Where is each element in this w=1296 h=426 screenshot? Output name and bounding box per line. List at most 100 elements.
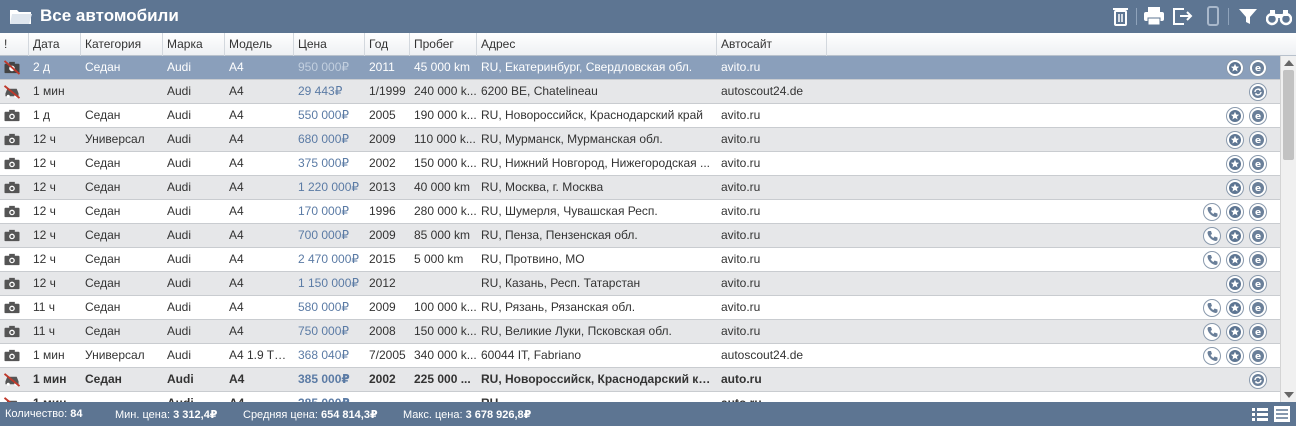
favorite-star-icon-button[interactable] [1226,227,1244,245]
favorite-star-icon-button[interactable] [1226,275,1244,293]
column-header-year[interactable]: Год [365,33,410,56]
open-browser-icon-button[interactable]: e [1249,155,1267,173]
scroll-up-icon[interactable] [1284,60,1294,66]
table-row[interactable]: 11 ч Седан Audi A4 580 000₽ 2009 100 000 k... R… [0,296,1280,320]
cell-date: 12 ч [33,276,56,290]
favorite-star-icon-button[interactable] [1226,107,1244,125]
phone-icon-button[interactable] [1203,323,1221,341]
vertical-scrollbar[interactable] [1280,56,1296,402]
table-row[interactable]: 2 д Седан Audi A4 950 000₽ 2011 45 000 km RU, Е… [0,56,1280,80]
favorite-star-icon-button[interactable] [1226,131,1244,149]
column-header-price[interactable]: Цена [294,33,365,56]
scroll-down-icon[interactable] [1284,392,1294,398]
table-row[interactable]: 1 мин Универсал Audi A4 1.9 TDI... 368 040₽ 7… [0,344,1280,368]
open-browser-icon: e [1252,350,1264,362]
table-row[interactable]: 1 мин Седан Audi A4 385 000₽ 2002 225 000 ... R… [0,368,1280,392]
table-row[interactable]: 1 мин AudiA4385 000₽ RUauto.ru [0,392,1280,402]
cell-address: RU, Рязань, Рязанская обл. [481,300,636,314]
open-browser-icon-button[interactable]: e [1249,179,1267,197]
cell-brand: Audi [167,132,192,146]
refresh-icon [1252,86,1264,98]
column-header-address[interactable]: Адрес [477,33,717,56]
cell-price: 700 000₽ [298,228,350,242]
refresh-icon-button[interactable] [1249,371,1267,389]
camera-icon [4,109,20,122]
open-browser-icon-button[interactable]: e [1249,227,1267,245]
cell-address: RU [477,392,717,402]
cell-category: Седан [85,372,122,386]
export-icon[interactable] [1172,6,1194,26]
mobile-icon[interactable] [1202,6,1224,26]
cell-year: 2013 [369,180,396,194]
open-browser-icon: e [1252,134,1264,146]
cell-model: A4 [229,300,244,314]
camera-icon [4,157,20,170]
table-row[interactable]: 1 д Седан Audi A4 550 000₽ 2005 190 000 k... RU… [0,104,1280,128]
table-row[interactable]: 11 ч Седан Audi A4 750 000₽ 2008 150 000 k... R… [0,320,1280,344]
cell-category: Седан [85,300,121,314]
favorite-star-icon-button[interactable] [1226,203,1244,221]
table-row[interactable]: 12 ч Седан Audi A4 1 150 000₽ 2012 RU, Казань,… [0,272,1280,296]
refresh-icon-button[interactable] [1249,83,1267,101]
table-row[interactable]: 12 ч Седан Audi A4 2 470 000₽ 2015 5 000 km RU,… [0,248,1280,272]
cell-year: 1/1999 [369,84,406,98]
open-browser-icon-button[interactable]: e [1249,107,1267,125]
folder-icon [10,10,32,24]
binoculars-icon[interactable] [1266,6,1292,26]
favorite-star-icon-button[interactable] [1226,179,1244,197]
no-car-icon [3,85,21,99]
column-header-model[interactable]: Модель [225,33,294,56]
table-row[interactable]: 12 ч Седан Audi A4 700 000₽ 2009 85 000 km RU, … [0,224,1280,248]
scroll-thumb[interactable] [1283,70,1294,160]
favorite-star-icon-button[interactable] [1226,59,1244,77]
cell-year: 2009 [369,228,396,242]
open-browser-icon-button[interactable]: e [1249,203,1267,221]
table-row[interactable]: 12 ч Универсал Audi A4 680 000₽ 2009 110 000 k… [0,128,1280,152]
open-browser-icon-button[interactable]: e [1249,323,1267,341]
column-header-category[interactable]: Категория [81,33,163,56]
favorite-star-icon-button[interactable] [1226,323,1244,341]
phone-icon-button[interactable] [1203,347,1221,365]
cell-price: 550 000₽ [298,108,350,122]
column-header-mileage[interactable]: Пробег [410,33,477,56]
trash-icon[interactable] [1110,6,1132,26]
column-header-flag[interactable]: ! [0,33,29,56]
favorite-star-icon [1229,350,1241,362]
open-browser-icon-button[interactable]: e [1249,59,1267,77]
phone-icon-button[interactable] [1203,299,1221,317]
table-row[interactable]: 12 ч Седан Audi A4 375 000₽ 2002 150 000 k... R… [0,152,1280,176]
favorite-star-icon-button[interactable] [1226,299,1244,317]
table-row[interactable]: 12 ч Седан Audi A4 1 220 000₽ 2013 40 000 km RU… [0,176,1280,200]
column-header-site[interactable]: Автосайт [717,33,827,56]
table-row[interactable]: 12 ч Седан Audi A4 170 000₽ 1996 280 000 k... R… [0,200,1280,224]
favorite-star-icon-button[interactable] [1226,251,1244,269]
open-browser-icon: e [1252,206,1264,218]
cell-site: auto.ru [721,372,762,386]
open-browser-icon-button[interactable]: e [1249,299,1267,317]
column-header-date[interactable]: Дата [29,33,81,56]
column-header-brand[interactable]: Марка [163,33,225,56]
table-row[interactable]: 1 мин Audi A4 29 443₽ 1/1999 240 000 k... 6200… [0,80,1280,104]
favorite-star-icon [1229,254,1241,266]
list-view-icon[interactable] [1251,405,1269,423]
cell-model: A4 [229,108,244,122]
cell-address: RU, Казань, Респ. Татарстан [481,276,641,290]
phone-icon-button[interactable] [1203,227,1221,245]
cell-category: Седан [85,252,121,266]
favorite-star-icon-button[interactable] [1226,155,1244,173]
min-price-stat: Мин. цена: 3 312,4₽ [115,409,218,421]
open-browser-icon-button[interactable]: e [1249,275,1267,293]
print-icon[interactable] [1143,6,1165,26]
favorite-star-icon-button[interactable] [1226,347,1244,365]
favorite-star-icon [1229,62,1241,74]
phone-icon-button[interactable] [1203,203,1221,221]
phone-icon-button[interactable] [1203,251,1221,269]
open-browser-icon-button[interactable]: e [1249,131,1267,149]
favorite-star-icon [1229,230,1241,242]
open-browser-icon-button[interactable]: e [1249,347,1267,365]
open-browser-icon: e [1252,254,1264,266]
filter-icon[interactable] [1237,6,1259,26]
compact-view-icon[interactable] [1273,405,1291,423]
cell-price: 368 040₽ [298,348,350,362]
open-browser-icon-button[interactable]: e [1249,251,1267,269]
